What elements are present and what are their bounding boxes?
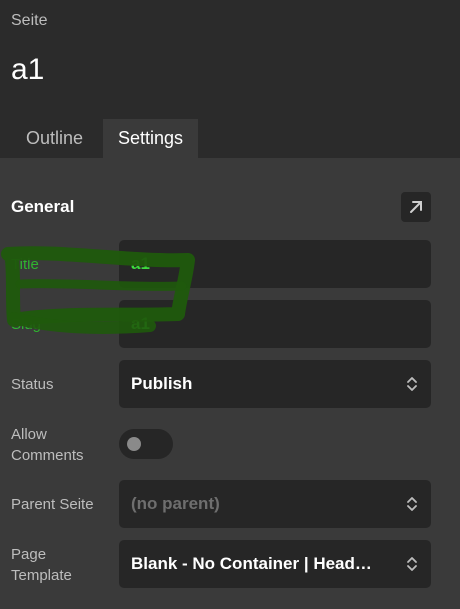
parent-value: (no parent) — [131, 494, 220, 513]
document-header: Seite a1 Outline Settings — [0, 0, 460, 158]
status-label: Status — [11, 376, 54, 393]
tab-outline[interactable]: Outline — [11, 119, 101, 158]
allow-comments-label: Allow Comments — [11, 426, 84, 464]
expand-button[interactable] — [401, 192, 431, 222]
title-input[interactable]: a1 — [119, 240, 431, 288]
status-value: Publish — [131, 374, 193, 393]
toggle-knob — [127, 437, 141, 451]
page-template-value: Blank - No Container | Head… — [131, 554, 372, 573]
document-title: a1 — [11, 53, 45, 86]
parent-select[interactable]: (no parent) — [119, 480, 431, 528]
arrow-up-right-icon — [410, 201, 422, 213]
chevron-up-down-icon — [407, 557, 417, 571]
tab-settings[interactable]: Settings — [103, 119, 198, 158]
status-select[interactable]: Publish — [119, 360, 431, 408]
chevron-up-down-icon — [407, 377, 417, 391]
allow-comments-toggle[interactable] — [119, 429, 173, 459]
title-value: a1 — [131, 254, 150, 273]
parent-label: Parent Seite — [11, 496, 94, 513]
general-section-title: General — [11, 197, 75, 216]
chevron-up-down-icon — [407, 497, 417, 511]
page-template-select[interactable]: Blank - No Container | Head… — [119, 540, 431, 588]
title-label: Title — [11, 256, 39, 273]
slug-label: Slug — [11, 316, 42, 333]
slug-value: a1 — [131, 314, 150, 333]
slug-input[interactable]: a1 — [119, 300, 431, 348]
page-template-label: Page Template — [11, 546, 72, 584]
document-type-label: Seite — [11, 12, 48, 29]
